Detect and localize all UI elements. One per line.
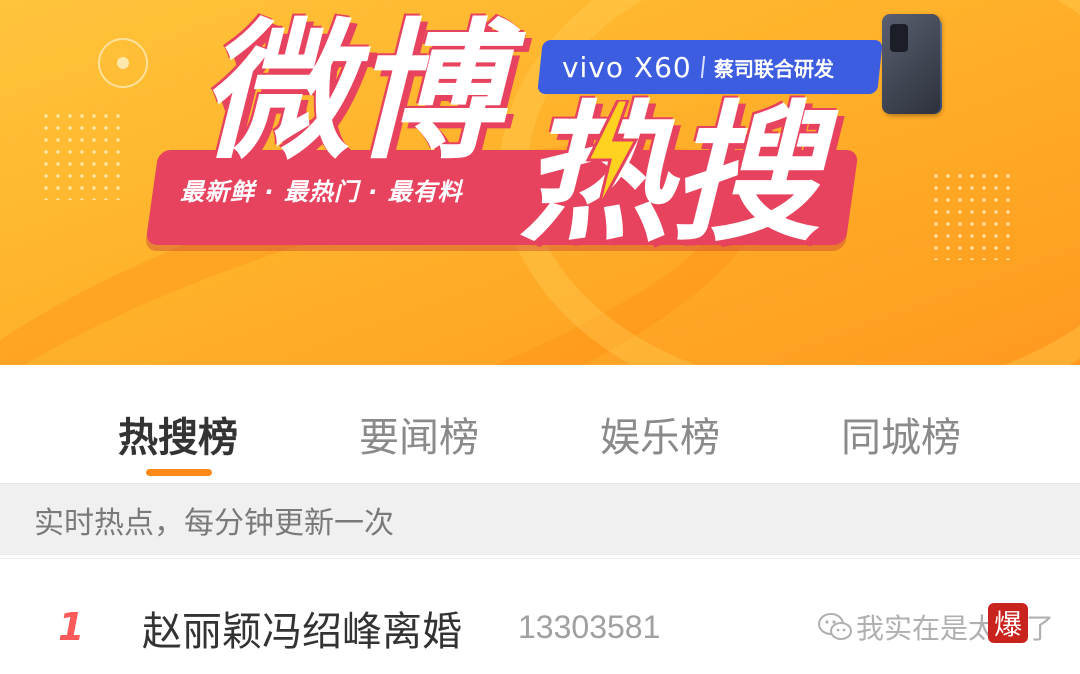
sponsor-tagline: 蔡司联合研发 — [713, 56, 834, 81]
watermark-text: 我实在是太 — [856, 612, 997, 645]
dots-decoration — [930, 170, 1010, 260]
phone-image — [882, 14, 940, 114]
sponsor-badge[interactable]: vivo X60 蔡司联合研发 — [537, 40, 883, 94]
list-item[interactable]: 1 赵丽颖冯绍峰离婚 13303581 我实在是太 爆 了 — [0, 558, 1080, 674]
hot-search-banner[interactable]: 微博 热搜 最新鲜 · 最热门 · 最有料 vivo X60 蔡司联合研发 — [0, 0, 1080, 365]
tab-local[interactable]: 同城榜 — [801, 405, 1001, 463]
list-subheader: 实时热点，每分钟更新一次 — [0, 483, 1080, 555]
lightning-icon — [585, 100, 639, 210]
hot-badge: 爆 — [988, 603, 1028, 643]
banner-slogan: 最新鲜 · 最热门 · 最有料 — [180, 178, 463, 206]
target-decoration-icon — [98, 38, 148, 88]
sponsor-brand: vivo X60 — [562, 50, 692, 84]
tab-news[interactable]: 要闻榜 — [319, 405, 519, 463]
wechat-icon — [818, 613, 852, 640]
heat-count: 13303581 — [518, 609, 661, 645]
tab-entertainment[interactable]: 娱乐榜 — [560, 405, 760, 463]
banner-title-weibo: 微博 — [200, 6, 505, 180]
dots-decoration — [40, 110, 120, 200]
subheader-text: 实时热点，每分钟更新一次 — [34, 505, 394, 541]
ranking-tabs: 热搜榜 要闻榜 娱乐榜 同城榜 — [0, 365, 1080, 483]
tab-hot-search[interactable]: 热搜榜 — [78, 405, 278, 463]
sponsor-divider — [700, 56, 705, 78]
phone-camera — [890, 24, 908, 52]
rank-number: 1 — [58, 605, 85, 649]
topic-title[interactable]: 赵丽颖冯绍峰离婚 — [142, 599, 462, 657]
watermark: 我实在是太 — [818, 607, 996, 647]
watermark-tail: 了 — [1026, 612, 1055, 645]
banner-title-hot: 热搜 — [520, 88, 821, 262]
active-tab-indicator — [146, 469, 212, 476]
